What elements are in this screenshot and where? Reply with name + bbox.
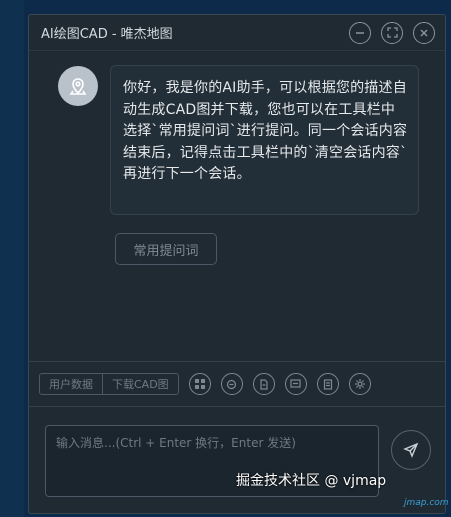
minimize-icon[interactable] [349, 21, 371, 44]
chat-area[interactable]: 你好，我是你的AI助手，可以根据您的描述自动生成CAD图并下载，您也可以在工具栏… [29, 52, 445, 360]
background-strip [0, 0, 24, 517]
common-prompts-button[interactable]: 常用提问词 [115, 233, 217, 265]
download-cad-button[interactable]: 下载CAD图 [102, 374, 178, 394]
send-button[interactable] [391, 430, 431, 470]
fullscreen-icon[interactable] [381, 21, 403, 44]
window-controls [349, 21, 435, 44]
corner-watermark: jmap.com [404, 498, 449, 508]
message-icon[interactable] [284, 373, 307, 395]
window-title: AI绘图CAD - 唯杰地图 [41, 27, 173, 42]
settings-icon[interactable] [348, 373, 371, 395]
title-bar[interactable]: AI绘图CAD - 唯杰地图 [29, 15, 445, 51]
ai-chat-window: AI绘图CAD - 唯杰地图 你好，我是你的AI助手，可以根据您的描述自动生成C… [28, 14, 446, 514]
list-icon[interactable] [316, 373, 339, 395]
send-icon [403, 442, 419, 458]
user-data-button[interactable]: 用户数据 [40, 374, 102, 394]
chat-icon[interactable] [220, 373, 243, 395]
assistant-avatar [58, 66, 98, 106]
assistant-message: 你好，我是你的AI助手，可以根据您的描述自动生成CAD图并下载，您也可以在工具栏… [110, 65, 419, 215]
document-icon[interactable] [252, 373, 275, 395]
toolbar: 用户数据 下载CAD图 [29, 361, 445, 407]
close-icon[interactable] [413, 21, 435, 44]
map-pin-icon [69, 78, 87, 95]
grid-icon[interactable] [188, 373, 211, 395]
toolbar-icons [188, 373, 371, 395]
data-segment: 用户数据 下载CAD图 [39, 373, 179, 395]
watermark: 掘金技术社区 @ vjmap [236, 473, 387, 489]
